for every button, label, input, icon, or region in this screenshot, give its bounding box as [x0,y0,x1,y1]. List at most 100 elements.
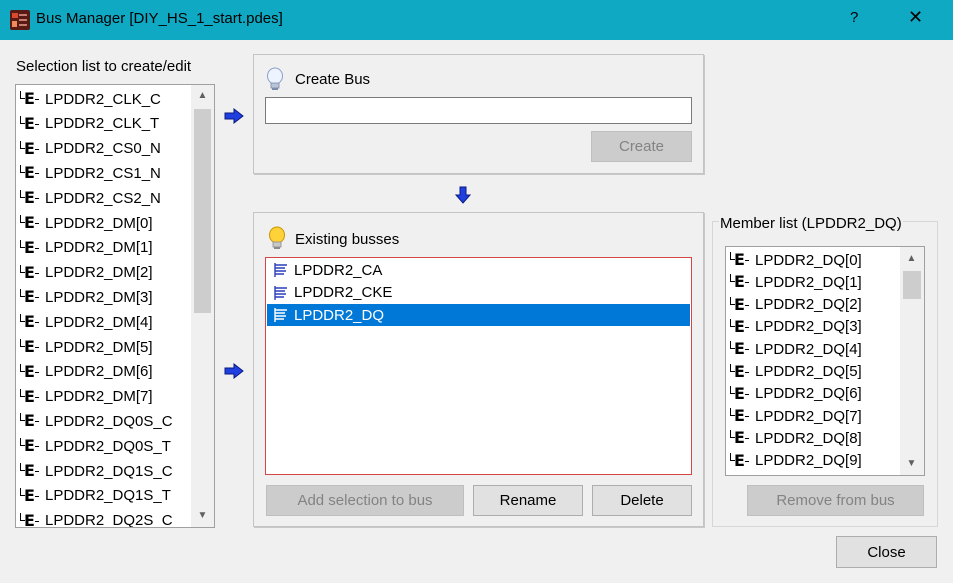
signal-icon: E [730,451,749,470]
window-title: Bus Manager [DIY_HS_1_start.pdes] [36,10,283,27]
list-item[interactable]: E LPDDR2_DQ[2] [730,293,900,317]
create-button[interactable]: Create [591,131,692,162]
signal-icon: E [20,139,39,158]
existing-busses-group: Existing busses LPDDR2_CA LPDDR2_CKE LPDDR… [253,212,704,527]
list-item-label: LPDDR2_DQ[0] [755,251,862,269]
selection-list-label: Selection list to create/edit [16,58,192,75]
lightbulb-on-icon [269,226,285,249]
signal-icon: E [20,288,39,306]
member-scroll-thumb[interactable] [903,271,921,299]
list-item-label: LPDDR2_DQ[6] [755,385,862,403]
existing-busses-list[interactable]: LPDDR2_CA LPDDR2_CKE LPDDR2_DQ [265,257,692,475]
member-list[interactable]: ▲ ▼ E LPDDR2_DQ[0] E LPDDR2_DQ[1] E LPDDR2_DQ… [725,246,925,476]
member-list-label: Member list (LPDDR2_DQ) [719,215,903,232]
selection-scrollbar[interactable]: ▲ ▼ [191,85,214,527]
signal-icon: E [20,462,39,480]
rename-button[interactable]: Rename [473,485,583,516]
scroll-up-arrow-icon[interactable]: ▲ [903,250,920,267]
list-item[interactable]: E LPDDR2_CS1_N [20,161,190,185]
list-item[interactable]: E LPDDR2_DQ2S_C [20,509,190,528]
list-item[interactable]: E LPDDR2_DQ1S_T [20,484,190,508]
add-selection-to-bus-button[interactable]: Add selection to bus [266,485,464,516]
list-item-label: LPDDR2_DQ1S_C [45,462,173,480]
list-item-label: LPDDR2_DQ[1] [755,273,862,291]
list-item-label: LPDDR2_DM[0] [45,214,153,232]
list-item[interactable]: E LPDDR2_DM[3] [20,285,190,309]
list-item[interactable]: E LPDDR2_DM[6] [20,360,190,384]
list-item[interactable]: E LPDDR2_CS2_N [20,186,190,210]
signal-icon: E [20,338,39,356]
list-item-label: LPDDR2_DM[2] [45,264,153,282]
bus-icon [274,285,287,300]
list-item[interactable]: E LPDDR2_CLK_T [20,112,190,136]
list-item-label: LPDDR2_DQ[9] [755,452,862,470]
list-item[interactable]: E LPDDR2_DM[4] [20,310,190,334]
list-item[interactable]: E LPDDR2_CLK_C [20,87,190,111]
list-item[interactable]: E LPDDR2_DQ0S_T [20,434,190,458]
list-item[interactable]: E LPDDR2_DQ[8] [730,426,900,450]
help-button[interactable]: ? [850,9,858,26]
list-item[interactable]: E LPDDR2_DQ[7] [730,404,900,428]
list-item[interactable]: E LPDDR2_DQ0S_C [20,409,190,433]
remove-from-bus-button[interactable]: Remove from bus [747,485,924,516]
delete-button[interactable]: Delete [592,485,692,516]
signal-icon: E [20,189,39,207]
bus-item[interactable]: LPDDR2_DQ [267,304,690,326]
member-scrollbar[interactable]: ▲ ▼ [900,247,924,475]
bus-name-input[interactable] [265,97,692,124]
list-item[interactable]: E LPDDR2_DQ[4] [730,337,900,361]
list-item-label: LPDDR2_DQ[5] [755,363,862,380]
list-item[interactable]: E LPDDR2_DQ[6] [730,382,900,406]
list-item[interactable]: E LPDDR2_DQ[1] [730,270,900,294]
list-item-label: LPDDR2_DQ2S_C [45,512,173,528]
bus-item[interactable]: LPDDR2_CA [267,259,690,281]
bus-item-label: LPDDR2_CA [294,261,383,279]
list-item[interactable]: E LPDDR2_DQ[9] [730,449,900,473]
app-icon [10,10,30,30]
bus-icon [274,308,287,322]
signal-icon: E [20,511,39,527]
list-item[interactable]: E LPDDR2_DM[1] [20,236,190,260]
list-item-label: LPDDR2_CLK_T [45,115,160,133]
signal-icon: E [20,412,39,430]
signal-icon: E [730,340,749,358]
list-item-label: LPDDR2_DQ[7] [755,407,862,425]
scroll-up-arrow-icon[interactable]: ▲ [194,87,211,104]
bus-item[interactable]: LPDDR2_CKE [267,282,690,304]
list-item[interactable]: E LPDDR2_DQ[0] [730,248,900,272]
selection-scroll-thumb[interactable] [194,109,211,313]
list-item-label: LPDDR2_DQ1S_T [45,487,171,505]
signal-icon: E [20,214,39,232]
list-item[interactable]: E LPDDR2_DM[7] [20,385,190,409]
scroll-down-arrow-icon[interactable]: ▼ [194,507,211,524]
list-item-label: LPDDR2_DM[4] [45,313,153,331]
list-item-label: LPDDR2_DQ[4] [755,340,862,358]
signal-icon: E [730,251,749,269]
list-item[interactable]: E LPDDR2_DQ1S_C [20,459,190,483]
scroll-down-arrow-icon[interactable]: ▼ [903,455,920,472]
signal-icon: E [20,263,39,282]
list-item[interactable]: E LPDDR2_DQ[5] [730,360,900,384]
list-item[interactable]: E LPDDR2_CS0_N [20,137,190,161]
list-item[interactable]: E LPDDR2_DM[0] [20,211,190,235]
bus-item-label: LPDDR2_DQ [294,306,385,324]
signal-icon: E [20,238,39,257]
close-window-button[interactable]: ✕ [908,7,923,28]
lightbulb-off-icon [267,67,283,90]
signal-icon: E [20,313,39,331]
arrow-down-icon [455,186,471,204]
list-item[interactable]: E LPDDR2_DM[2] [20,261,190,285]
list-item[interactable]: E LPDDR2_DM[5] [20,335,190,359]
list-item-label: LPDDR2_DQ[2] [755,296,862,314]
list-item-label: LPDDR2_CS0_N [45,140,161,158]
list-item[interactable]: E LPDDR2_DQ[3] [730,315,900,339]
list-item-label: LPDDR2_CS1_N [45,164,161,182]
list-item-label: LPDDR2_DQ0S_T [45,437,171,455]
bus-icon [274,263,287,277]
close-button[interactable]: Close [836,536,937,568]
selection-list[interactable]: ▲ ▼ E LPDDR2_CLK_C E LPDDR2_CLK_T E LPDDR2_CS… [15,84,215,528]
list-item-label: LPDDR2_DM[5] [45,338,153,356]
signal-icon: E [20,90,39,108]
signal-icon: E [730,317,749,336]
signal-icon: E [730,273,749,291]
